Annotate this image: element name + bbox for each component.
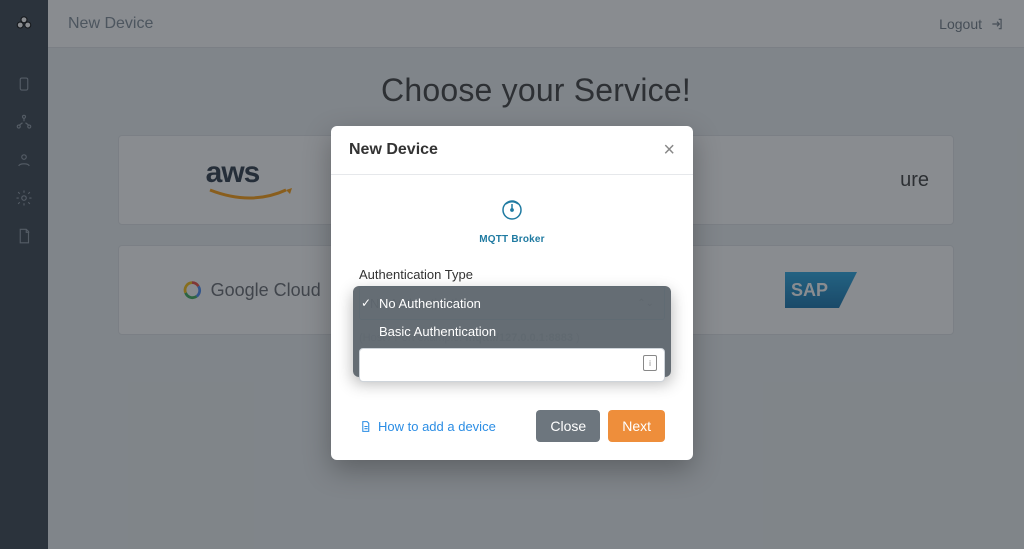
- host-badge-icon: i: [643, 355, 657, 371]
- broker-logo: MQTT Broker: [359, 191, 665, 259]
- next-button[interactable]: Next: [608, 410, 665, 442]
- modal-header: New Device ×: [331, 126, 693, 175]
- broker-label: MQTT Broker: [359, 234, 665, 245]
- auth-select-wrap: No Authentication ⌃⌄ No Authentication B…: [359, 286, 665, 320]
- modal-footer: How to add a device Close Next: [331, 398, 693, 460]
- how-to-link[interactable]: How to add a device: [359, 419, 496, 434]
- host-input[interactable]: [359, 348, 665, 382]
- close-button[interactable]: Close: [536, 410, 600, 442]
- auth-option-basic[interactable]: Basic Authentication: [353, 318, 671, 346]
- modal-close-button[interactable]: ×: [663, 140, 675, 160]
- new-device-modal: New Device × MQTT Broker Authentication …: [331, 126, 693, 460]
- doc-icon: [359, 420, 372, 433]
- auth-type-label: Authentication Type: [359, 267, 665, 282]
- auth-option-none[interactable]: No Authentication: [353, 290, 671, 318]
- modal-title: New Device: [349, 141, 438, 159]
- modal-body: MQTT Broker Authentication Type No Authe…: [331, 175, 693, 392]
